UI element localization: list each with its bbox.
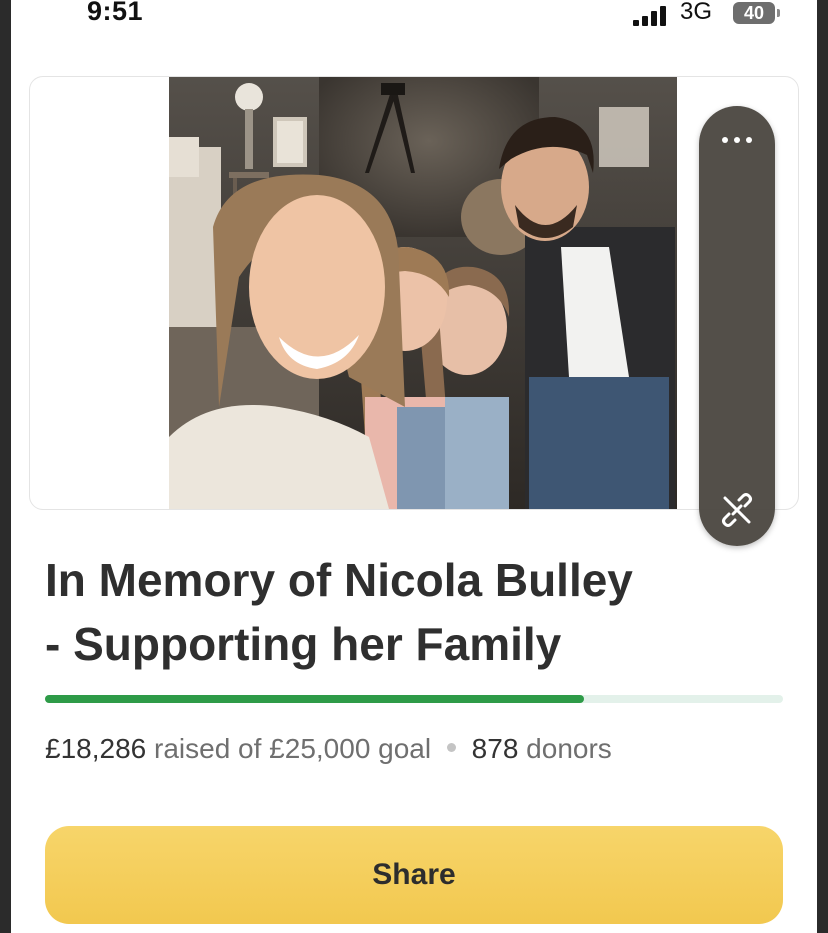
separator-dot [446, 743, 456, 753]
media-controls-pill [699, 106, 775, 546]
battery-icon: 40 [733, 2, 775, 24]
donors-label: donors [526, 733, 612, 764]
network-type: 3G [680, 0, 713, 25]
hero-image-card[interactable] [29, 76, 799, 510]
phone-screen: 9:51 3G 40 In Memory of Nicola Bulley - … [11, 0, 817, 933]
campaign-title-line-2: - Supporting her Family [45, 618, 562, 670]
fundraising-progress-bar [45, 695, 783, 703]
more-horizontal-icon[interactable] [713, 128, 761, 152]
family-photo-illustration [169, 77, 677, 509]
share-button[interactable]: Share [45, 826, 783, 924]
battery-nub [777, 9, 780, 17]
fundraising-stats: £18,286 raised of £25,000 goal 878 donor… [45, 733, 612, 765]
link-off-icon[interactable] [719, 492, 755, 528]
amount-raised: £18,286 [45, 733, 147, 764]
campaign-title-line-1: In Memory of Nicola Bulley [45, 554, 633, 606]
status-bar: 9:51 3G 40 [11, 0, 817, 40]
donors-count: 878 [471, 733, 519, 764]
campaign-title: In Memory of Nicola Bulley - Supporting … [45, 548, 805, 676]
progress-fill [45, 695, 584, 703]
status-time: 9:51 [87, 0, 144, 26]
family-photo [169, 77, 677, 509]
signal-icon [633, 6, 673, 26]
goal-text: raised of £25,000 goal [154, 733, 432, 764]
